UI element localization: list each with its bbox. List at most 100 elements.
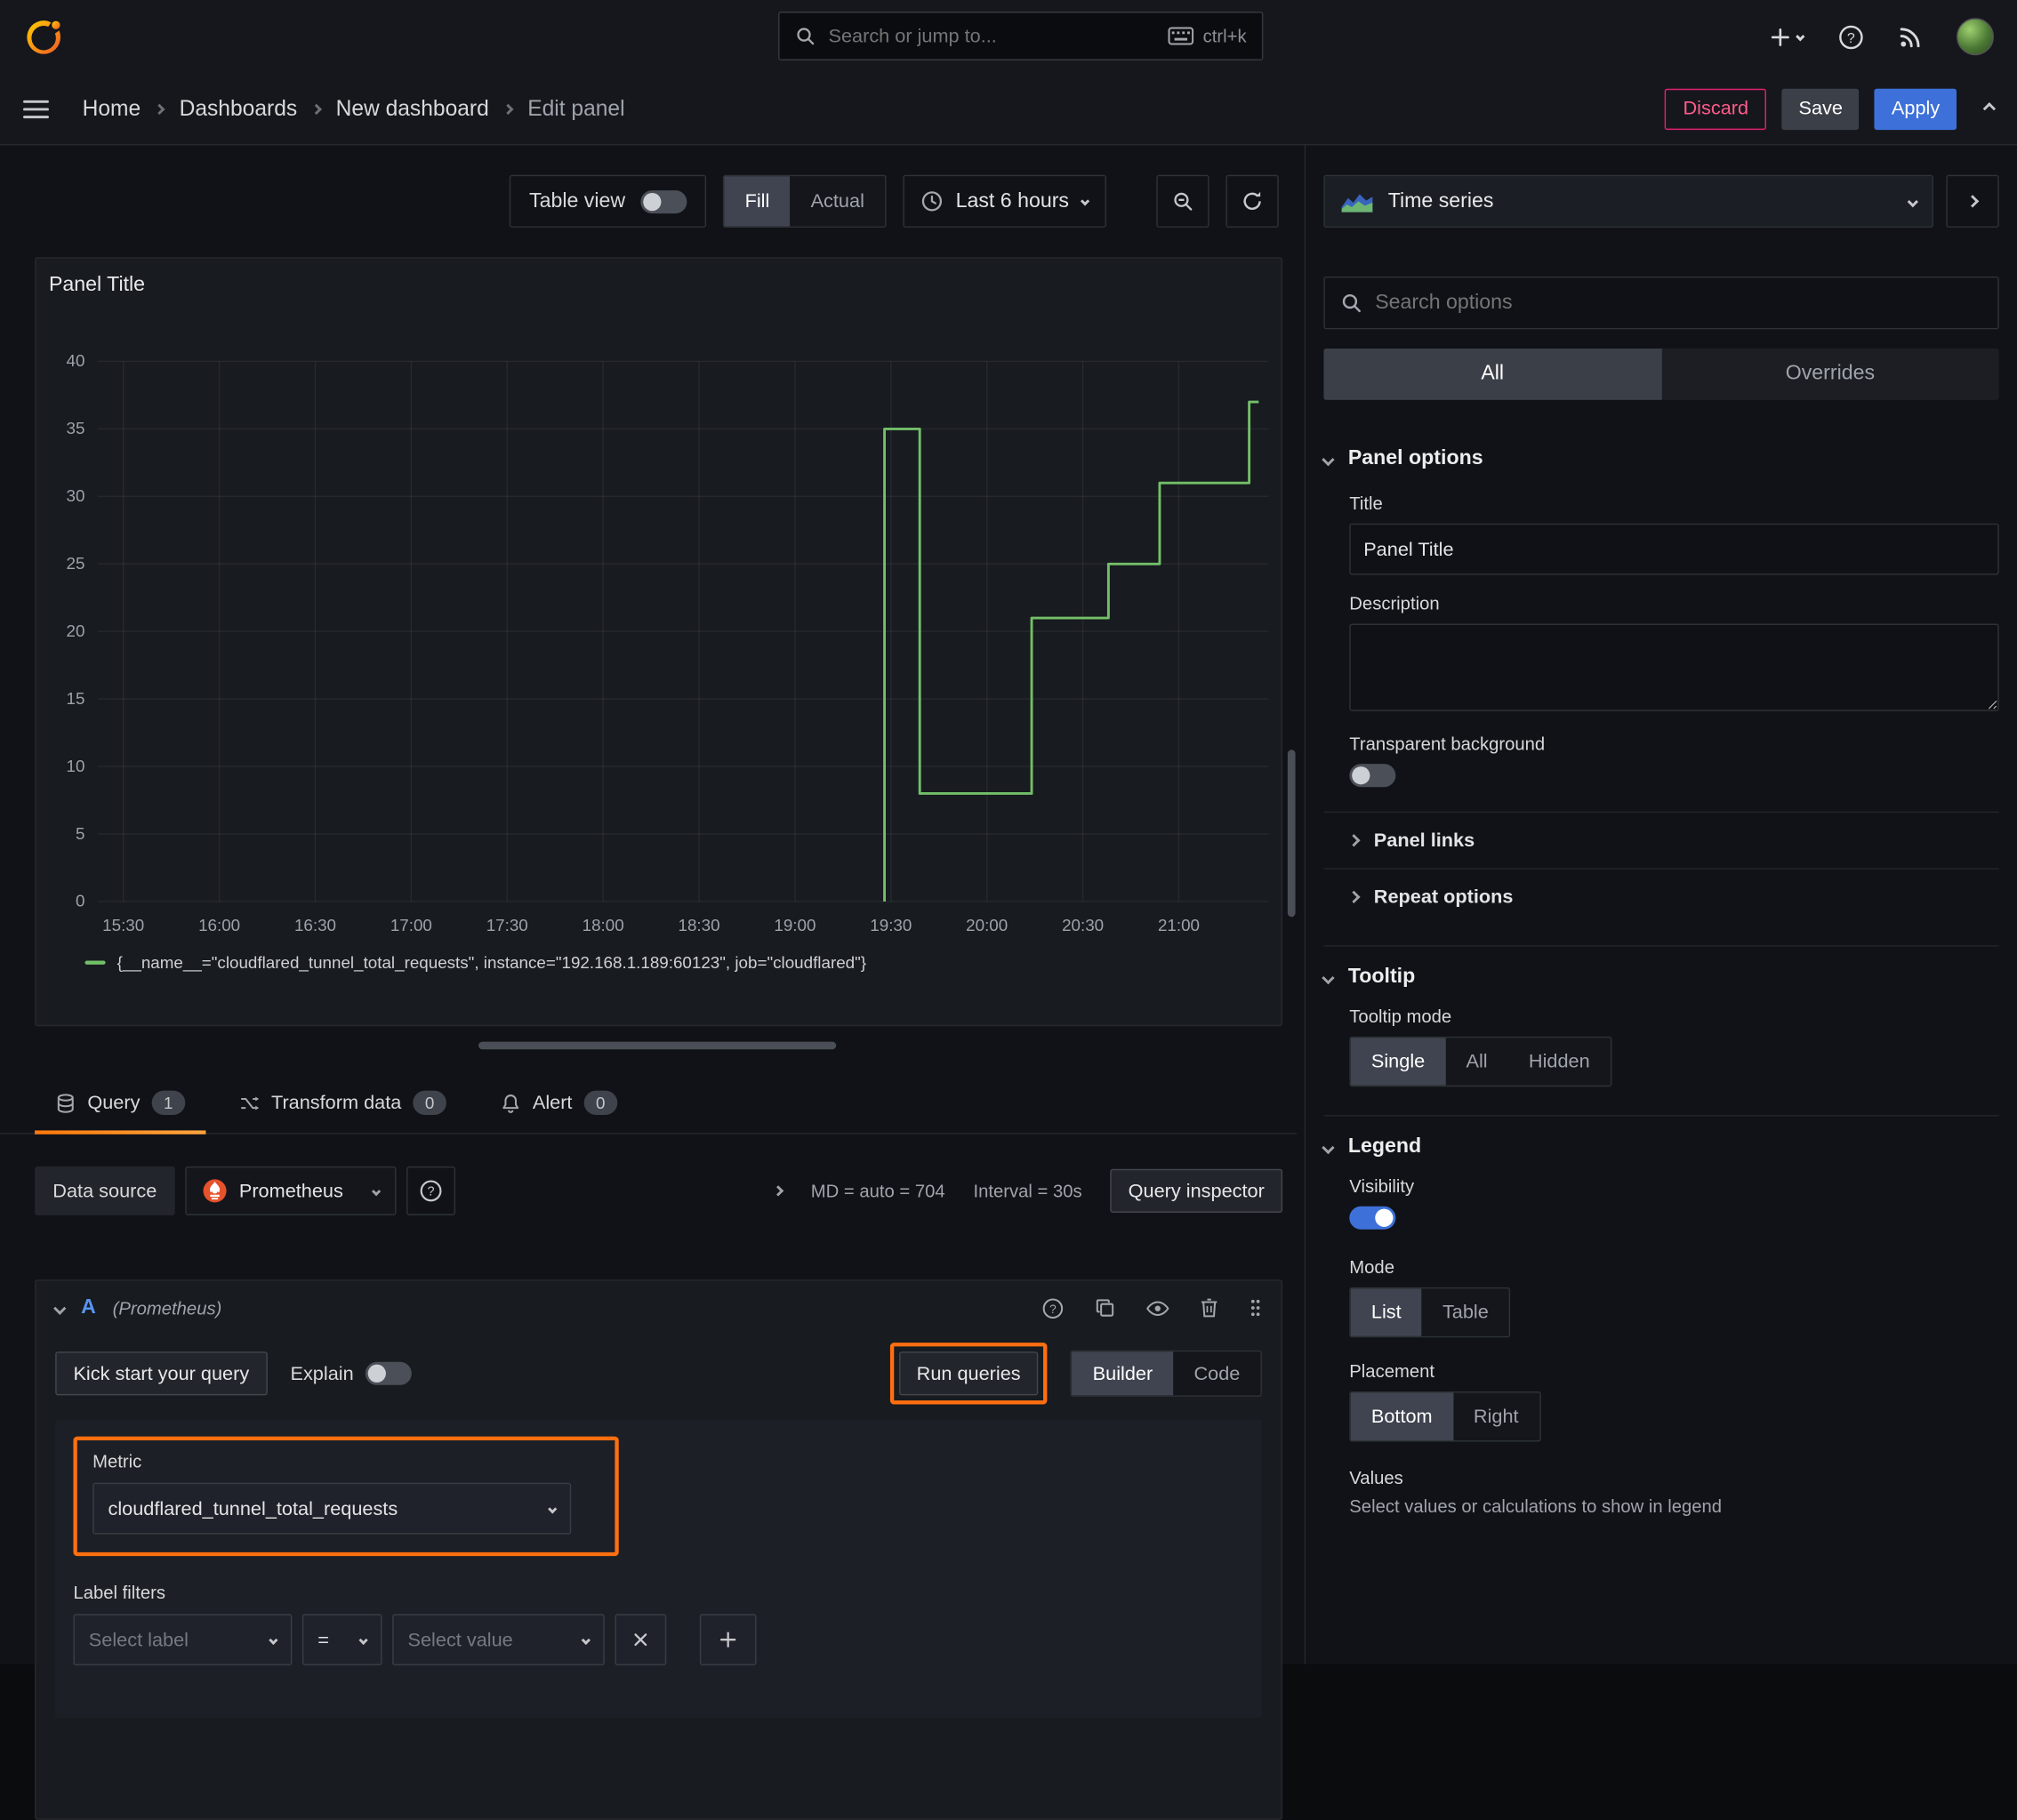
panel-title-input[interactable] (1349, 523, 1999, 575)
datasource-help-button[interactable]: ? (406, 1166, 455, 1215)
discard-button[interactable]: Discard (1665, 88, 1767, 130)
panel-toolbar: Table view Fill Actual Last 6 hours (0, 174, 1297, 229)
user-avatar[interactable] (1957, 18, 1994, 56)
chevron-right-icon (154, 103, 166, 115)
repeat-options-label: Repeat options (1373, 886, 1514, 909)
fill-option[interactable]: Fill (724, 176, 791, 227)
panel-links-row[interactable]: Panel links (1323, 811, 1999, 869)
menu-toggle[interactable] (23, 100, 49, 118)
metric-select[interactable]: cloudflared_tunnel_total_requests (92, 1482, 572, 1535)
select-label-dropdown[interactable]: Select label (73, 1614, 293, 1666)
options-search-input[interactable] (1375, 291, 1982, 315)
query-datasource-name: (Prometheus) (112, 1297, 222, 1319)
description-textarea[interactable] (1349, 623, 1999, 711)
tab-transform-label: Transform data (270, 1092, 402, 1114)
actual-option[interactable]: Actual (790, 176, 885, 226)
panel-options-section: Panel options Title Description Transpar… (1322, 429, 1999, 925)
zoom-out-button[interactable] (1156, 174, 1209, 229)
all-overrides-tabs: All Overrides (1323, 348, 1999, 400)
apply-button[interactable]: Apply (1875, 88, 1957, 130)
visibility-toggle[interactable] (1349, 1206, 1396, 1230)
kick-start-button[interactable]: Kick start your query (55, 1351, 268, 1396)
time-range-label: Last 6 hours (955, 189, 1069, 212)
vertical-scrollbar[interactable] (1287, 750, 1296, 918)
delete-query-trash-icon[interactable] (1201, 1297, 1218, 1318)
grafana-logo-icon[interactable] (23, 16, 64, 57)
refresh-button[interactable] (1225, 174, 1279, 229)
tab-query[interactable]: Query 1 (35, 1090, 206, 1134)
options-search[interactable] (1323, 276, 1999, 330)
collapse-sidebar-button[interactable] (1946, 174, 1999, 229)
operator-dropdown[interactable]: = (301, 1614, 382, 1666)
chart[interactable]: 0 5 10 15 20 25 30 35 40 15:30 16:00 16:30 17:00 17:3… (36, 317, 1284, 959)
save-button[interactable]: Save (1781, 88, 1860, 130)
visualization-picker[interactable]: Time series (1323, 174, 1933, 229)
news-rss-button[interactable] (1899, 25, 1922, 48)
explain-toggle[interactable] (365, 1361, 412, 1385)
editor-tabs: Query 1 Transform data 0 Alert 0 (0, 1071, 1298, 1134)
tab-all[interactable]: All (1323, 348, 1662, 400)
legend-header[interactable]: Legend (1322, 1117, 1998, 1176)
metric-value: cloudflared_tunnel_total_requests (108, 1497, 398, 1519)
legend-item[interactable]: {__name__="cloudflared_tunnel_total_requ… (84, 953, 866, 973)
fill-actual-segment: Fill Actual (722, 174, 887, 229)
query-editor-card: A (Prometheus) ? Kick start your query E… (35, 1279, 1283, 1820)
select-value-placeholder: Select value (407, 1628, 513, 1651)
panel-title: Panel Title (48, 274, 146, 296)
svg-text:19:30: 19:30 (870, 916, 912, 934)
tooltip-header[interactable]: Tooltip (1322, 947, 1998, 1006)
datasource-picker[interactable]: Prometheus (185, 1166, 397, 1215)
add-button[interactable] (1770, 27, 1805, 47)
tab-overrides[interactable]: Overrides (1661, 349, 1999, 400)
add-filter-button[interactable] (699, 1614, 757, 1666)
help-button[interactable]: ? (1838, 24, 1864, 50)
breadcrumb-new-dashboard[interactable]: New dashboard (336, 96, 489, 122)
breadcrumb-home[interactable]: Home (83, 96, 141, 122)
svg-text:15: 15 (67, 689, 85, 708)
tab-transform-data[interactable]: Transform data 0 (219, 1090, 467, 1134)
expand-options-chevron[interactable] (773, 1185, 784, 1197)
tooltip-single-option[interactable]: Single (1350, 1038, 1446, 1086)
horizontal-scrollbar[interactable] (478, 1041, 837, 1050)
placement-bottom-option[interactable]: Bottom (1350, 1392, 1453, 1441)
remove-filter-button[interactable] (615, 1614, 667, 1666)
collapse-query-chevron[interactable] (53, 1301, 67, 1315)
hide-query-eye-icon[interactable] (1146, 1300, 1169, 1317)
panel-options-header[interactable]: Panel options (1322, 429, 1998, 488)
query-inspector-button[interactable]: Query inspector (1110, 1168, 1283, 1213)
svg-text:18:30: 18:30 (679, 916, 720, 934)
time-range-picker[interactable]: Last 6 hours (903, 174, 1106, 229)
table-view-toggle[interactable] (640, 189, 687, 213)
mode-table-option[interactable]: Table (1422, 1288, 1509, 1336)
code-option[interactable]: Code (1173, 1351, 1260, 1395)
duplicate-query-icon[interactable] (1095, 1297, 1115, 1318)
placement-right-option[interactable]: Right (1453, 1392, 1539, 1440)
builder-option[interactable]: Builder (1072, 1351, 1174, 1396)
tooltip-all-option[interactable]: All (1445, 1038, 1507, 1086)
description-label: Description (1349, 592, 1440, 613)
drag-handle-icon[interactable] (1249, 1297, 1261, 1318)
tooltip-hidden-option[interactable]: Hidden (1508, 1038, 1611, 1086)
mode-list-option[interactable]: List (1350, 1288, 1422, 1336)
run-queries-button[interactable]: Run queries (898, 1351, 1039, 1396)
tab-alert[interactable]: Alert 0 (480, 1090, 639, 1134)
svg-text:?: ? (427, 1185, 434, 1199)
tooltip-mode-label: Tooltip mode (1349, 1006, 1452, 1027)
query-help-icon[interactable]: ? (1042, 1297, 1065, 1319)
transparent-background-toggle[interactable] (1349, 764, 1396, 788)
collapse-header-button[interactable] (1982, 102, 1997, 116)
select-value-dropdown[interactable]: Select value (392, 1614, 605, 1666)
legend-title: Legend (1347, 1135, 1422, 1158)
bell-icon (501, 1093, 521, 1113)
keyboard-icon (1168, 27, 1194, 45)
label-filters-row: Select label = Select value (73, 1614, 1262, 1666)
svg-text:35: 35 (67, 419, 85, 437)
svg-text:40: 40 (67, 351, 85, 370)
repeat-options-row[interactable]: Repeat options (1323, 868, 1999, 925)
global-search-input[interactable] (828, 25, 1156, 47)
breadcrumb-dashboards[interactable]: Dashboards (180, 96, 298, 122)
datasource-value: Prometheus (238, 1180, 343, 1202)
legend-mode-segment: List Table (1349, 1287, 1511, 1338)
global-search[interactable]: ctrl+k (778, 12, 1264, 60)
panel-links-label: Panel links (1373, 829, 1475, 852)
